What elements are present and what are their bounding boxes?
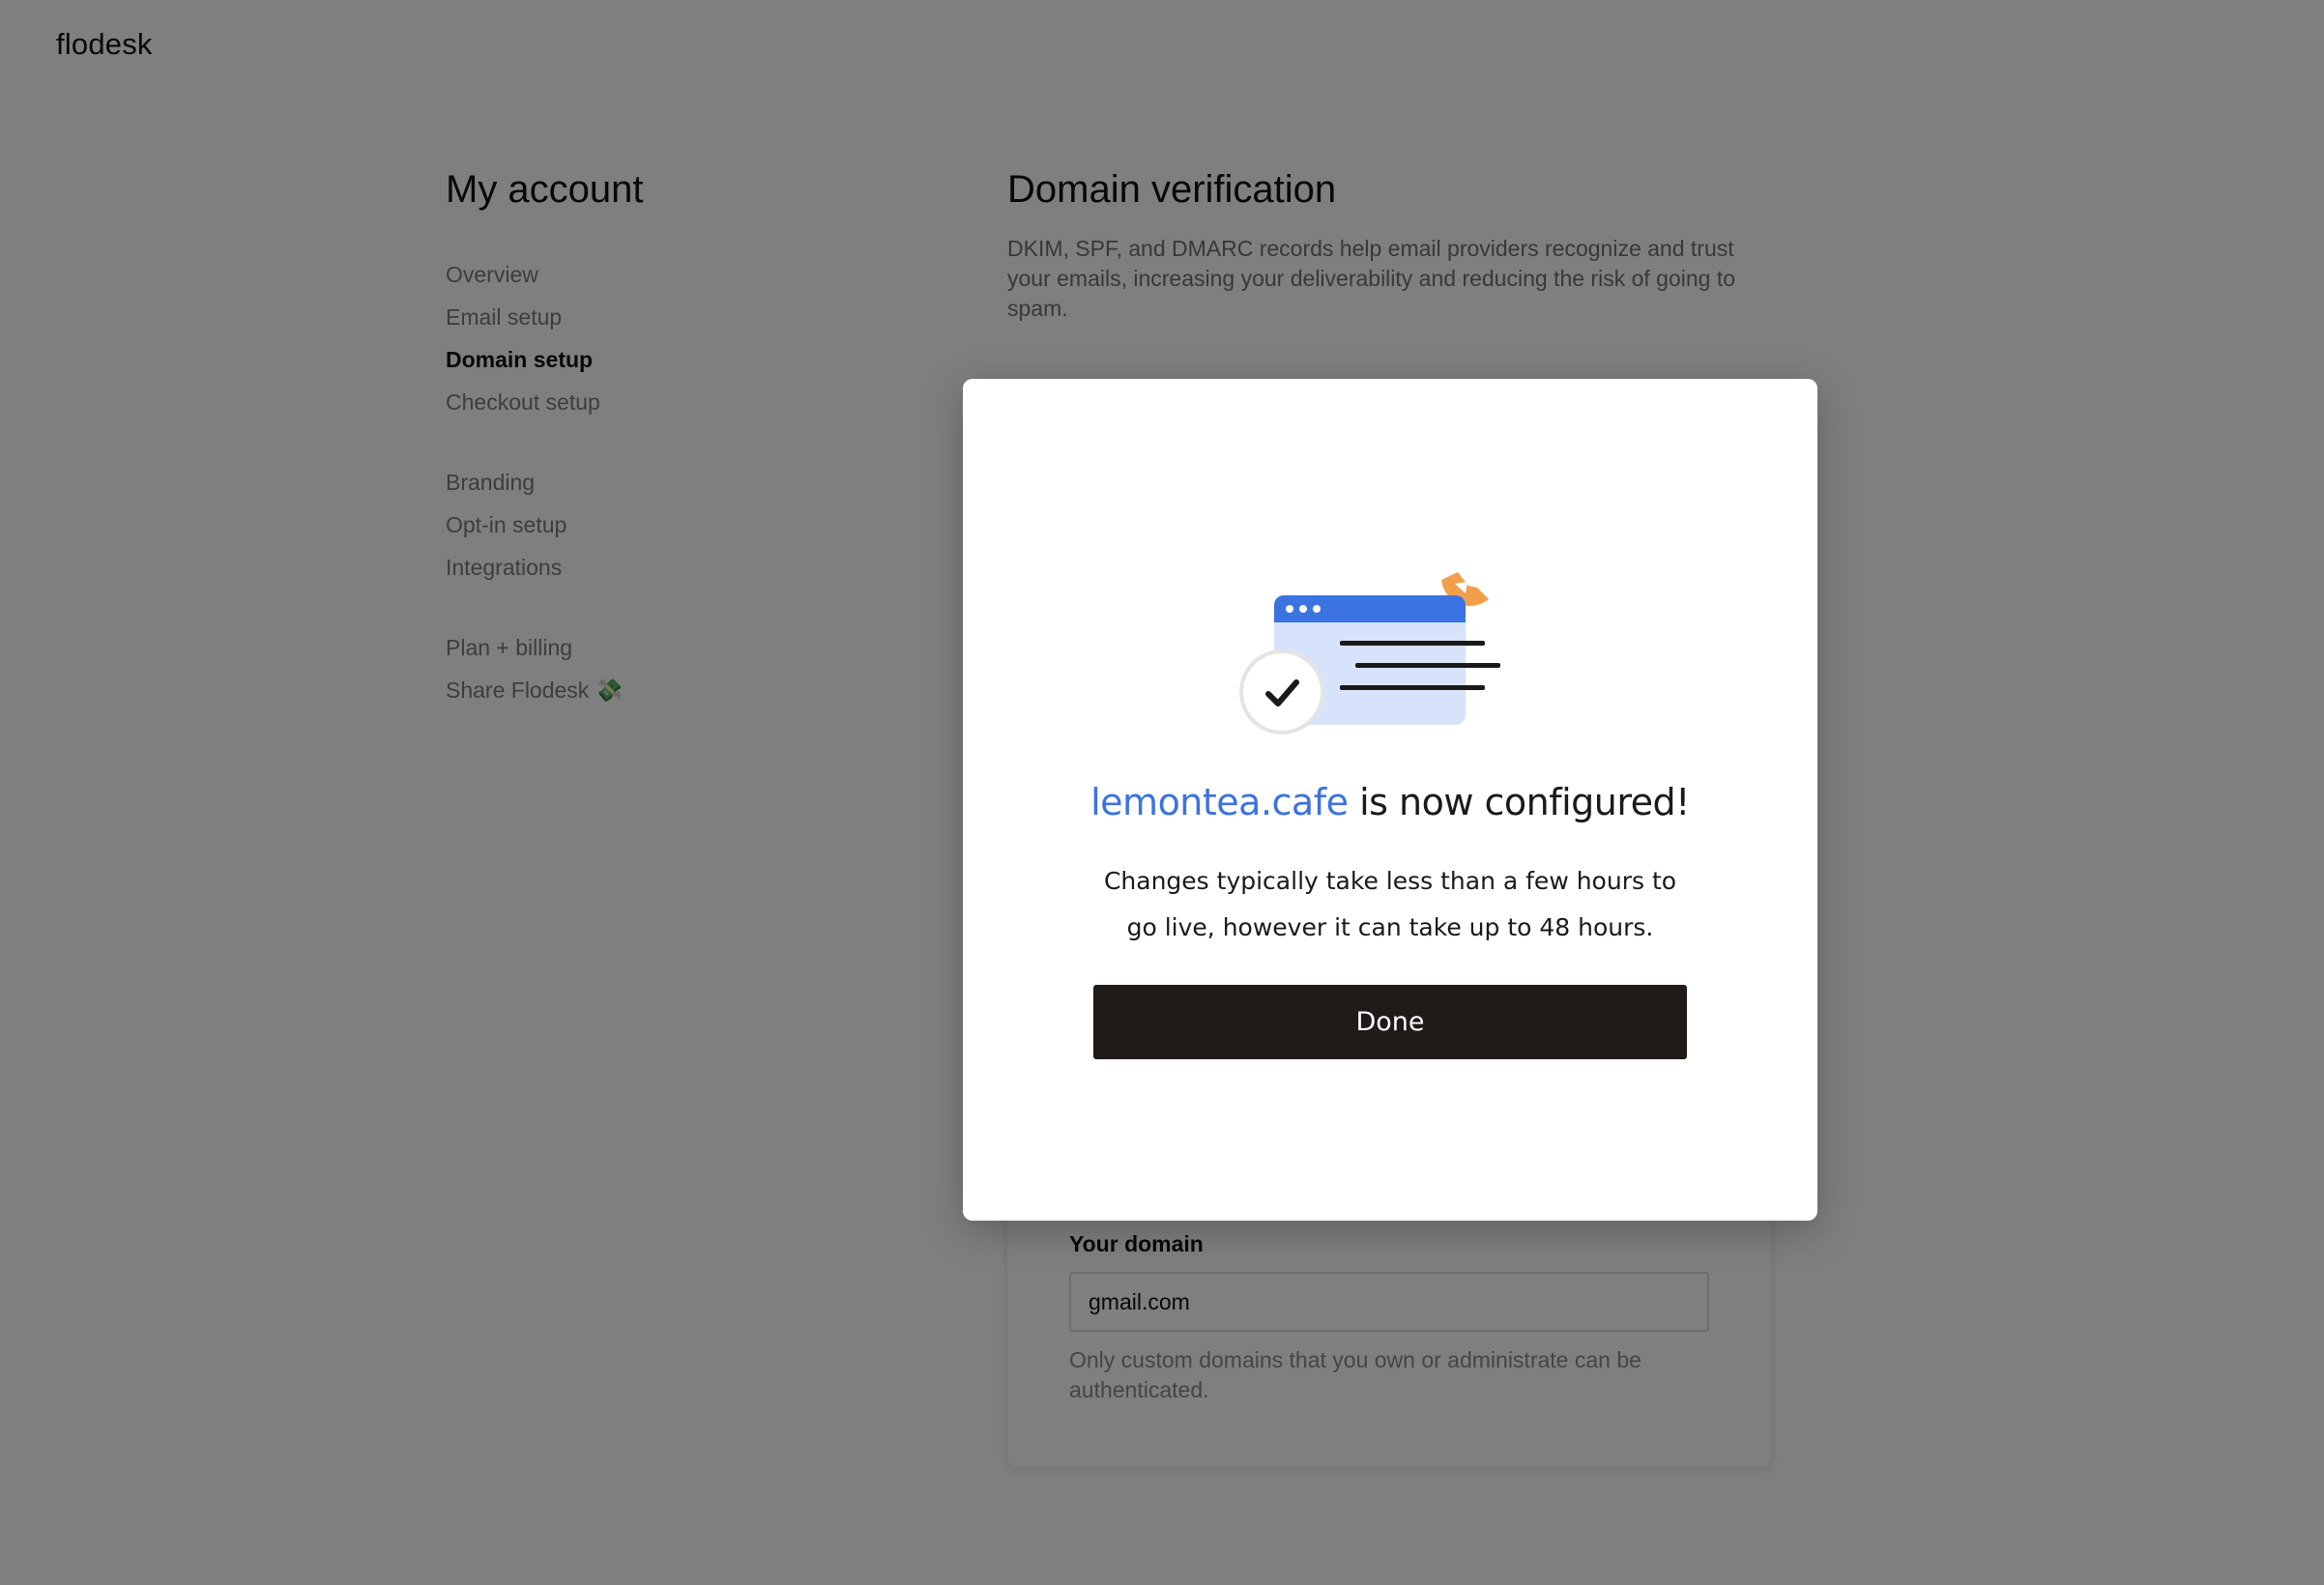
configured-domain: lemontea.cafe: [1090, 781, 1349, 823]
modal-title-suffix: is now configured!: [1348, 781, 1690, 823]
done-button[interactable]: Done: [1093, 985, 1687, 1059]
modal-body-text: Changes typically take less than a few h…: [1103, 867, 1677, 941]
check-circle-icon: [1239, 649, 1324, 735]
domain-configured-modal: lemontea.cafe is now configured! Changes…: [963, 379, 1817, 1221]
domain-configured-illustration: [1239, 572, 1500, 735]
modal-title: lemontea.cafe is now configured!: [963, 781, 1817, 823]
